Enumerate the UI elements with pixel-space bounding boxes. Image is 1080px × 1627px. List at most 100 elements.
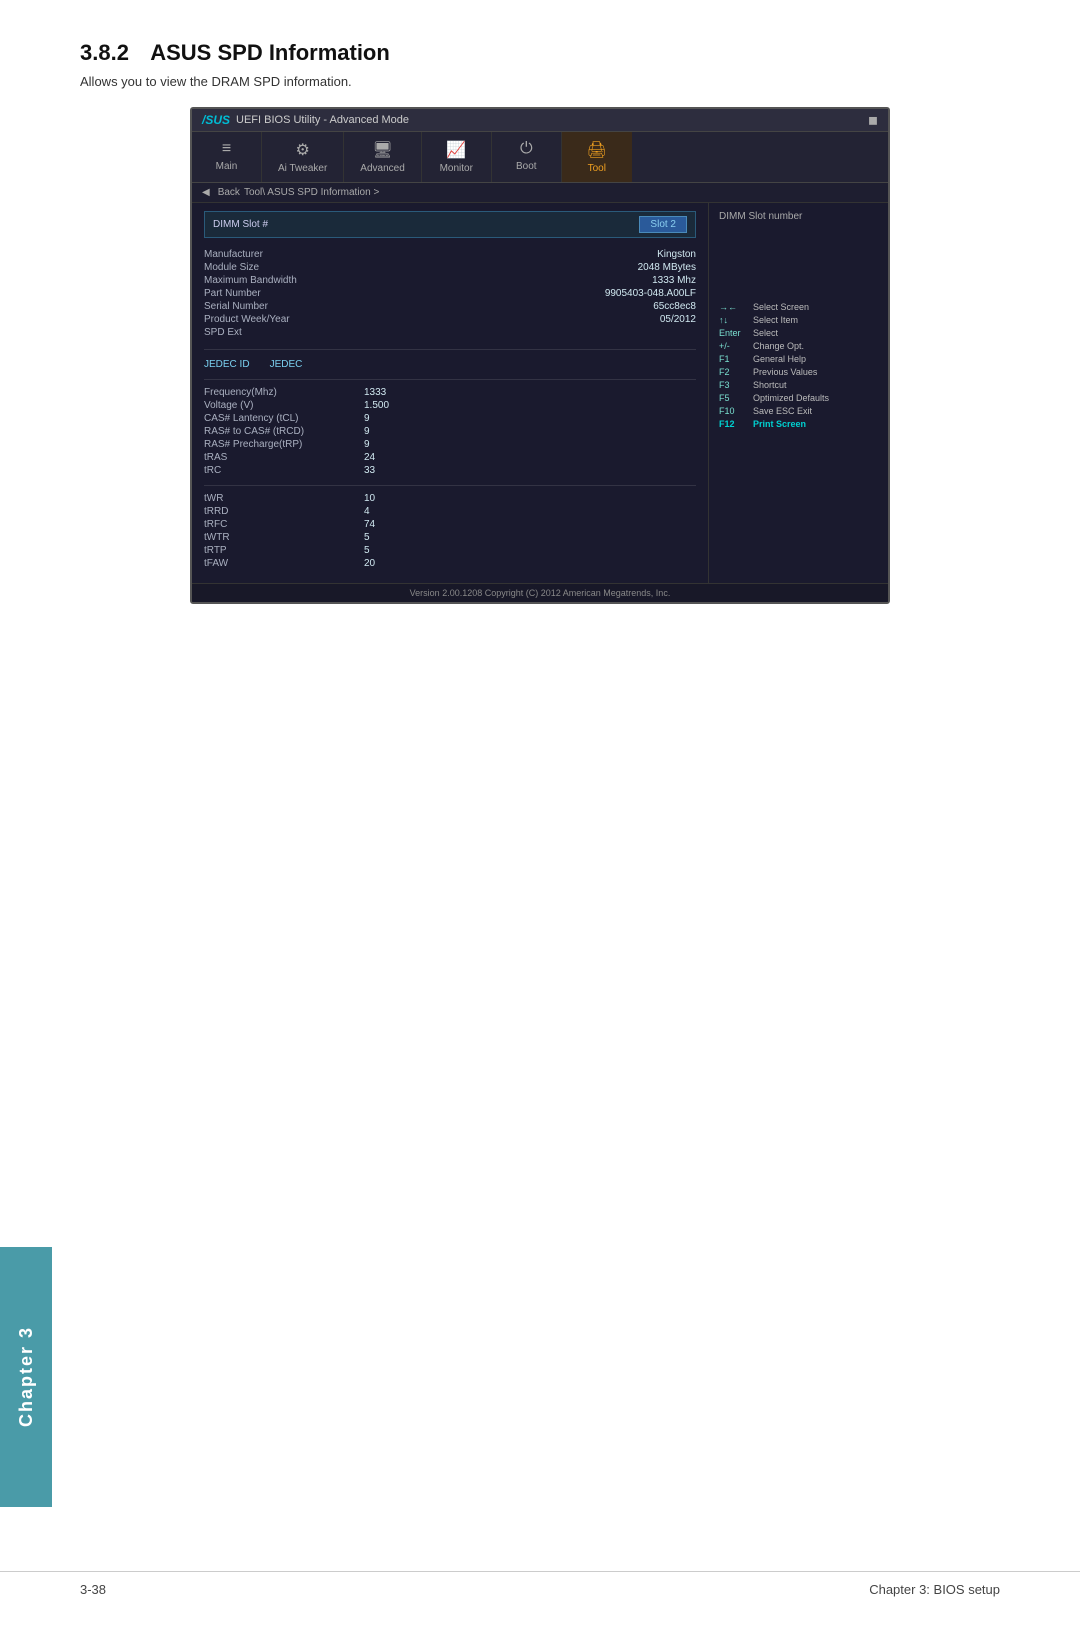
nav-advanced-icon: 🖥: [372, 140, 392, 160]
shortcut-enter: Enter Select: [719, 328, 878, 338]
info-row-module-size: Module Size 2048 MBytes: [204, 261, 696, 274]
shortcut-f3: F3 Shortcut: [719, 380, 878, 390]
bios-screenshot: /SUS UEFI BIOS Utility - Advanced Mode ◼…: [190, 107, 890, 604]
freq-row-trtp: tRTP 5: [204, 544, 696, 557]
shortcut-key-change: +/-: [719, 341, 749, 351]
freq-row-tfaw: tFAW 20: [204, 557, 696, 570]
footer-page-number: 3-38: [80, 1582, 106, 1597]
chapter-sidebar: Chapter 3: [0, 1247, 52, 1507]
freq-row-tcl: CAS# Lantency (tCL) 9: [204, 412, 696, 425]
section-title: ASUS SPD Information: [150, 40, 390, 65]
label-trcd: RAS# to CAS# (tRCD): [204, 426, 364, 437]
dimm-slot-value: Slot 2: [639, 216, 687, 233]
label-trfc: tRFC: [204, 519, 364, 530]
shortcut-key-select-item: ↑↓: [719, 315, 749, 325]
value-trp: 9: [364, 439, 370, 450]
nav-ai-label: Ai Tweaker: [278, 163, 327, 174]
value-bandwidth: 1333 Mhz: [652, 275, 696, 286]
value-manufacturer: Kingston: [657, 249, 696, 260]
label-tcl: CAS# Lantency (tCL): [204, 413, 364, 424]
freq-row-trp: RAS# Precharge(tRP) 9: [204, 438, 696, 451]
shortcut-key-f12: F12: [719, 419, 749, 429]
freq-row-mhz: Frequency(Mhz) 1333: [204, 386, 696, 399]
shortcut-desc-f5: Optimized Defaults: [753, 393, 829, 403]
nav-main[interactable]: ≡ Main: [192, 132, 262, 182]
info-row-spd-ext: SPD Ext: [204, 326, 696, 339]
label-manufacturer: Manufacturer: [204, 249, 334, 260]
label-tras: tRAS: [204, 452, 364, 463]
info-row-bandwidth: Maximum Bandwidth 1333 Mhz: [204, 274, 696, 287]
shortcut-select-item: ↑↓ Select Item: [719, 315, 878, 325]
value-module-size: 2048 MBytes: [638, 262, 696, 273]
breadcrumb-path: Tool\ ASUS SPD Information >: [244, 187, 379, 198]
divider-3: [204, 485, 696, 486]
breadcrumb: ◀ Back Tool\ ASUS SPD Information >: [192, 183, 888, 203]
label-freq-mhz: Frequency(Mhz): [204, 387, 364, 398]
shortcut-key-f5: F5: [719, 393, 749, 403]
dimm-slot-label: DIMM Slot #: [213, 219, 268, 230]
divider-2: [204, 379, 696, 380]
label-part-number: Part Number: [204, 288, 334, 299]
nav-boot[interactable]: ⏻ Boot: [492, 132, 562, 182]
breadcrumb-back[interactable]: Back: [218, 187, 240, 198]
asus-logo: /SUS: [202, 113, 230, 127]
spd-info-table: Manufacturer Kingston Module Size 2048 M…: [204, 248, 696, 339]
nav-main-label: Main: [216, 161, 238, 172]
label-spd-ext: SPD Ext: [204, 327, 334, 338]
shortcut-change: +/- Change Opt.: [719, 341, 878, 351]
value-twtr: 5: [364, 532, 370, 543]
label-trp: RAS# Precharge(tRP): [204, 439, 364, 450]
shortcut-select-screen: →← Select Screen: [719, 302, 878, 312]
freq-row-tras: tRAS 24: [204, 451, 696, 464]
shortcut-desc-f12: Print Screen: [753, 419, 806, 429]
value-twr: 10: [364, 493, 375, 504]
shortcut-key-f3: F3: [719, 380, 749, 390]
shortcut-desc-f10: Save ESC Exit: [753, 406, 812, 416]
page-footer: 3-38 Chapter 3: BIOS setup: [0, 1571, 1080, 1597]
value-trfc: 74: [364, 519, 375, 530]
jedec-id-label: JEDEC ID: [204, 359, 250, 370]
label-twr: tWR: [204, 493, 364, 504]
shortcut-key-f10: F10: [719, 406, 749, 416]
label-serial: Serial Number: [204, 301, 334, 312]
nav-monitor-icon: 📈: [446, 140, 466, 160]
nav-ai-tweaker[interactable]: ⚙ Ai Tweaker: [262, 132, 344, 182]
shortcut-desc-f2: Previous Values: [753, 367, 817, 377]
nav-monitor-label: Monitor: [440, 163, 473, 174]
nav-boot-icon: ⏻: [520, 140, 533, 158]
value-trcd: 9: [364, 426, 370, 437]
timing-table-2: tWR 10 tRRD 4 tRFC 74 tWTR 5: [204, 492, 696, 570]
value-voltage: 1.500: [364, 400, 389, 411]
shortcut-desc-enter: Select: [753, 328, 778, 338]
value-serial: 65cc8ec8: [653, 301, 696, 312]
shortcut-desc-select-item: Select Item: [753, 315, 798, 325]
back-arrow-icon: ◀: [202, 187, 210, 198]
freq-row-twtr: tWTR 5: [204, 531, 696, 544]
shortcut-desc-select-screen: Select Screen: [753, 302, 809, 312]
dimm-slot-right-label: DIMM Slot number: [719, 211, 878, 222]
label-module-size: Module Size: [204, 262, 334, 273]
freq-row-voltage: Voltage (V) 1.500: [204, 399, 696, 412]
nav-main-icon: ≡: [222, 140, 231, 158]
shortcut-desc-change: Change Opt.: [753, 341, 804, 351]
section-number: 3.8.2: [80, 40, 129, 65]
shortcut-desc-f3: Shortcut: [753, 380, 787, 390]
dimm-slot-row[interactable]: DIMM Slot # Slot 2: [204, 211, 696, 238]
jedec-label: JEDEC: [270, 359, 303, 370]
nav-advanced-label: Advanced: [360, 163, 404, 174]
shortcut-f10: F10 Save ESC Exit: [719, 406, 878, 416]
freq-row-trcd: RAS# to CAS# (tRCD) 9: [204, 425, 696, 438]
shortcut-key-f2: F2: [719, 367, 749, 377]
nav-tool-icon: 🖨: [587, 140, 607, 160]
value-trrd: 4: [364, 506, 370, 517]
nav-tool[interactable]: 🖨 Tool: [562, 132, 632, 182]
bios-main-content: DIMM Slot # Slot 2 Manufacturer Kingston…: [192, 203, 888, 583]
bios-title: UEFI BIOS Utility - Advanced Mode: [236, 114, 868, 126]
shortcut-key-f1: F1: [719, 354, 749, 364]
freq-row-twr: tWR 10: [204, 492, 696, 505]
nav-monitor[interactable]: 📈 Monitor: [422, 132, 492, 182]
nav-ai-icon: ⚙: [295, 140, 309, 160]
nav-advanced[interactable]: 🖥 Advanced: [344, 132, 421, 182]
shortcut-f5: F5 Optimized Defaults: [719, 393, 878, 403]
label-tfaw: tFAW: [204, 558, 364, 569]
